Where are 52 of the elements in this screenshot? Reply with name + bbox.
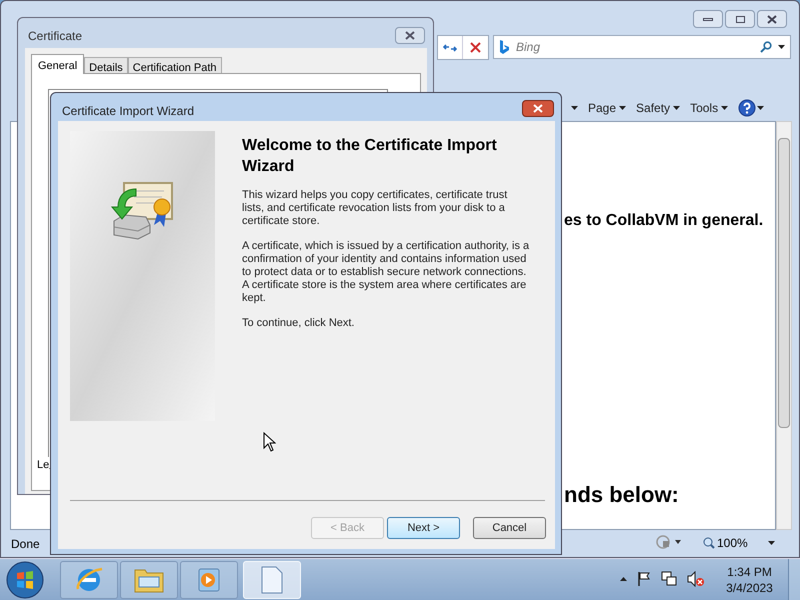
tab[interactable]: Certification Path <box>128 57 222 74</box>
dialog-title: Certificate <box>28 28 82 45</box>
cursor-icon <box>263 432 276 452</box>
taskbar-button[interactable] <box>60 561 118 599</box>
close-icon <box>533 104 543 113</box>
command-menu[interactable]: Safety <box>636 99 680 117</box>
close-button[interactable] <box>395 27 425 44</box>
command-menu[interactable]: Page <box>588 99 626 117</box>
search-icon[interactable] <box>760 41 772 53</box>
close-icon <box>767 14 777 24</box>
close-icon <box>405 31 415 40</box>
network-icon[interactable] <box>661 571 677 587</box>
scrollbar[interactable] <box>776 121 792 530</box>
help-icon[interactable] <box>738 99 756 117</box>
minimize-button[interactable] <box>693 10 723 28</box>
wizard-button[interactable]: Cancel <box>473 517 546 539</box>
wizard-paragraph: To continue, click Next. <box>242 317 356 330</box>
clock[interactable]: 1:34 PM 3/4/2023 <box>712 564 787 596</box>
refresh-icon <box>443 42 457 52</box>
show-hidden-icons-icon[interactable] <box>620 577 627 581</box>
tab[interactable]: General <box>31 54 84 74</box>
wizard-paragraph: This wizard helps you copy certificates, certificate trust lists, and certificate revocation lists from your disk to a certificate store. <box>242 189 508 228</box>
taskbar-button[interactable] <box>120 561 178 599</box>
stop-icon <box>470 42 481 53</box>
document-icon <box>260 565 284 595</box>
dropdown-arrow-icon[interactable] <box>571 106 578 110</box>
page-heading: nds below: <box>564 481 679 509</box>
caret-icon <box>673 106 680 110</box>
status-text: Done <box>11 536 40 553</box>
zoom-icon <box>703 537 715 549</box>
speaker-muted-icon[interactable] <box>687 571 705 587</box>
maximize-button[interactable] <box>725 10 755 28</box>
dropdown-arrow-icon[interactable] <box>778 45 785 49</box>
flag-icon[interactable] <box>637 571 651 587</box>
dialog-title: Certificate Import Wizard <box>62 103 194 120</box>
tab[interactable]: Details <box>84 57 128 74</box>
close-button[interactable] <box>757 10 787 28</box>
search-field[interactable]: Bing <box>493 35 791 59</box>
wizard-heading: Welcome to the Certificate Import Wizard <box>242 136 498 177</box>
wizard-button[interactable]: Next > <box>387 517 460 539</box>
caret-icon[interactable] <box>768 541 775 545</box>
page-text: es to CollabVM in general. <box>564 211 764 231</box>
zoom-control[interactable]: 100% <box>703 534 775 552</box>
wizard-paragraph: A certificate, which is issued by a certification authority, is a confirmation of your identity and contains information used to protect data or to establish secure network connections. A certificate store is the system area where certificates are kept. <box>242 240 530 305</box>
close-button[interactable] <box>522 100 554 117</box>
start-button[interactable] <box>6 561 44 599</box>
bing-logo-icon <box>499 40 509 54</box>
dropdown-arrow-icon[interactable] <box>757 106 764 110</box>
zoom-level: 100% <box>717 535 748 552</box>
caret-icon <box>619 106 626 110</box>
command-menu[interactable]: Tools <box>690 99 728 117</box>
caret-icon <box>721 106 728 110</box>
